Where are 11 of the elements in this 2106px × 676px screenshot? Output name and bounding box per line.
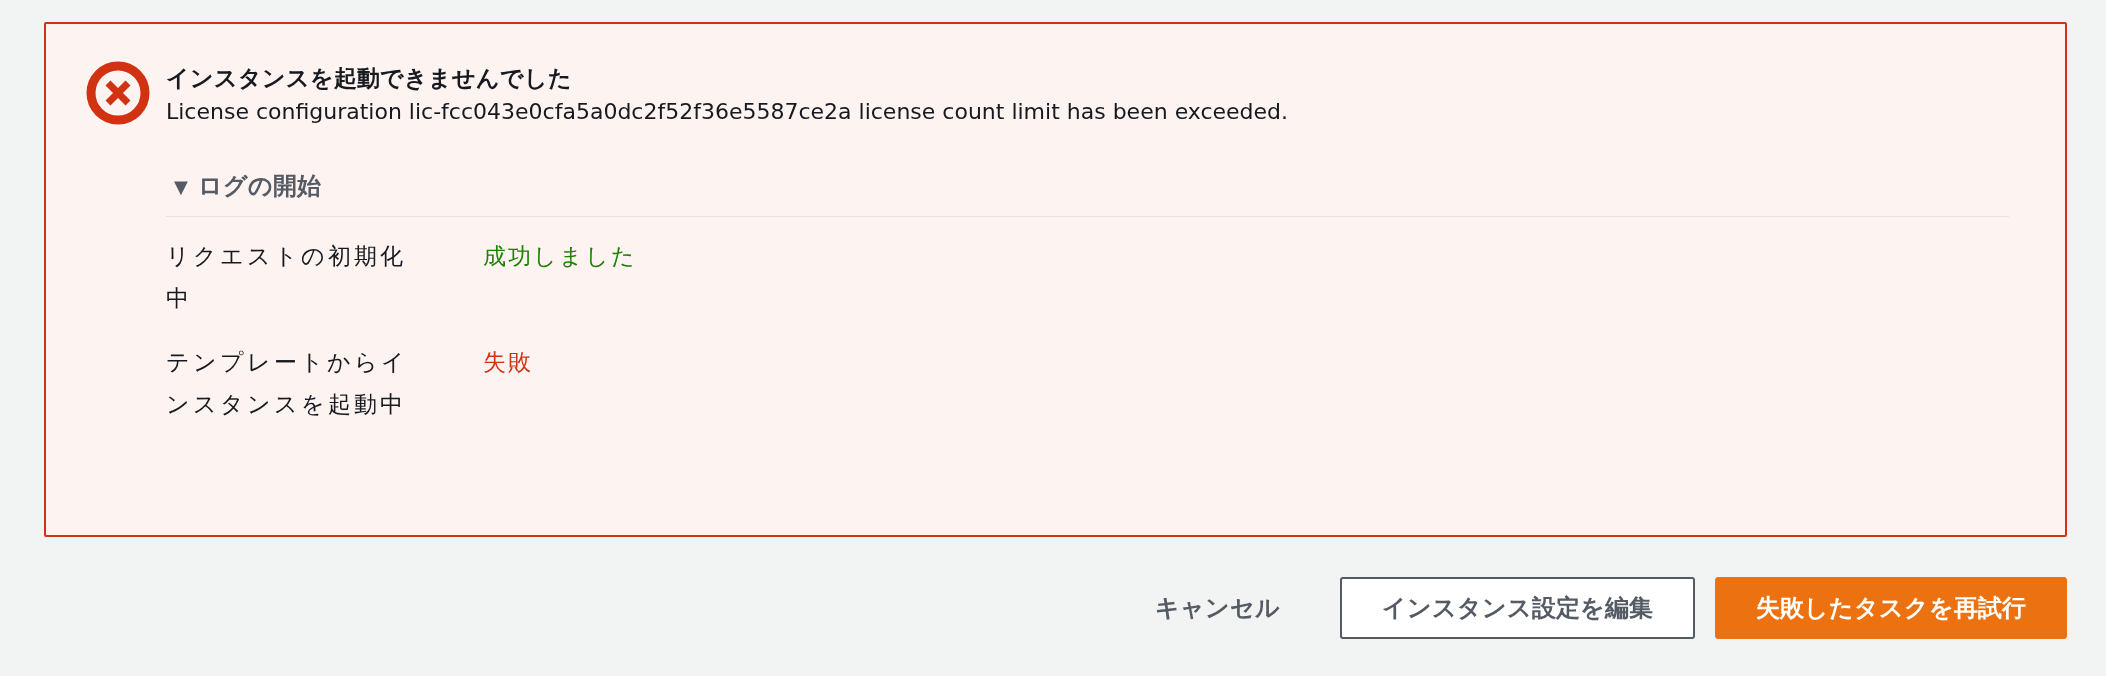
alert-title: インスタンスを起動できませんでした	[166, 64, 573, 93]
caret-icon: ▼	[174, 175, 188, 197]
cancel-button[interactable]: キャンセル	[1115, 577, 1320, 639]
log-status: 成功しました	[483, 242, 638, 271]
log-status: 失敗	[483, 348, 534, 377]
error-icon	[86, 61, 150, 125]
log-step: テンプレートからインスタンスを起動中	[166, 341, 416, 425]
edit-button[interactable]: インスタンス設定を編集	[1340, 577, 1695, 639]
log-toggle[interactable]: ▼ ログの開始	[166, 170, 321, 216]
log-step: リクエストの初期化中	[166, 235, 416, 319]
alert-message: License configuration lic-fcc043e0cfa5a0dc2f52f36e5587ce2a license count limit has been exceeded.	[166, 98, 1290, 126]
